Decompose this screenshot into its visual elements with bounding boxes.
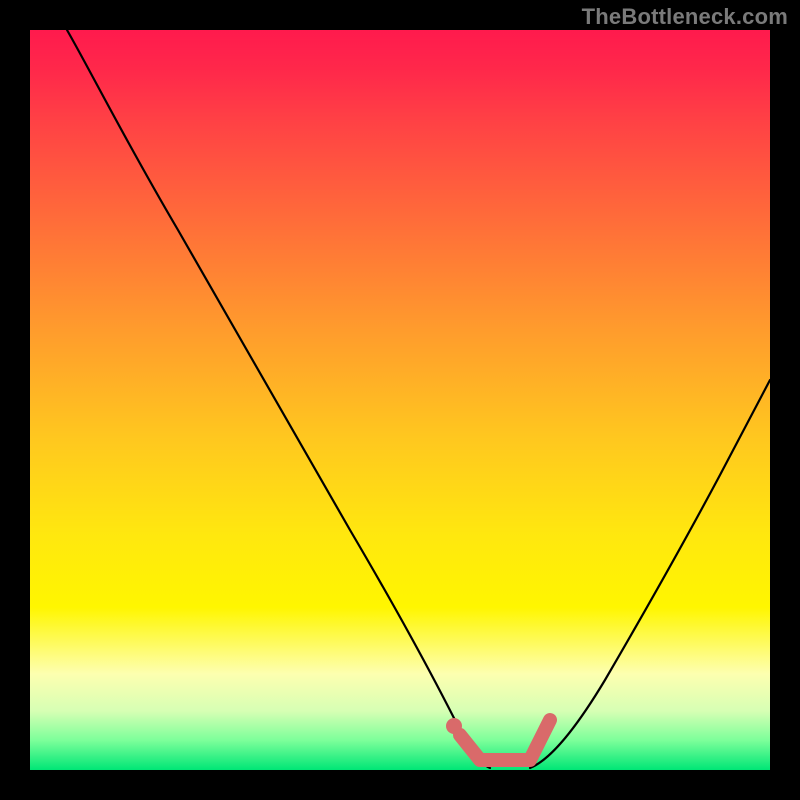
left-curve (67, 30, 490, 768)
chart-stage: TheBottleneck.com (0, 0, 800, 800)
watermark-text: TheBottleneck.com (582, 4, 788, 30)
highlight-start-dot (446, 718, 462, 734)
right-curve (530, 380, 770, 768)
highlight-min-segment (460, 720, 550, 760)
plot-area (30, 30, 770, 770)
chart-svg (30, 30, 770, 770)
